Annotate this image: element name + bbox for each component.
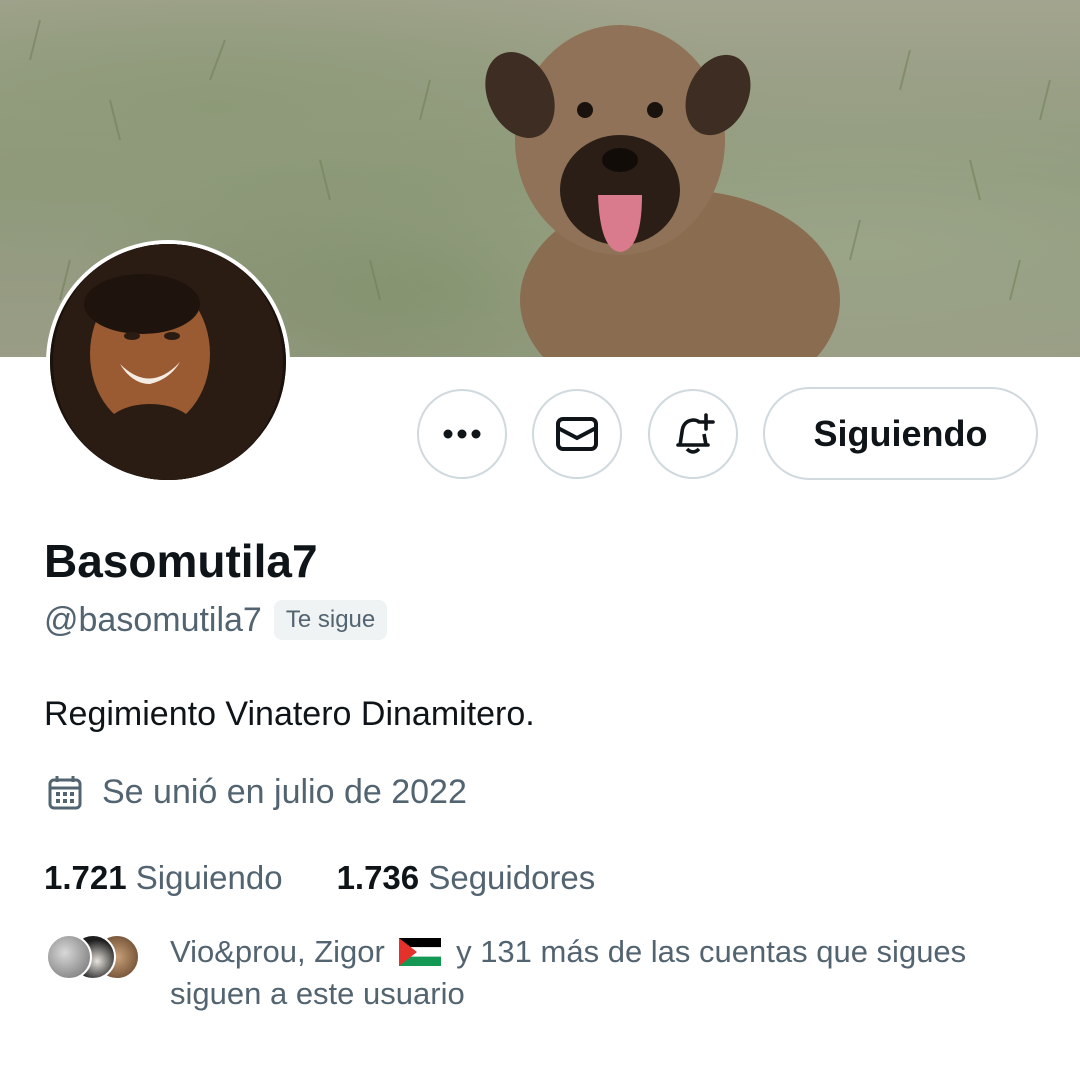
followers-count: 1.736: [336, 859, 420, 896]
mail-icon: [556, 417, 598, 451]
more-options-button[interactable]: [417, 389, 507, 479]
followers-label: Seguidores: [428, 859, 596, 896]
following-label: Siguiendo: [135, 859, 283, 896]
display-name: Basomutila7: [44, 535, 318, 587]
profile-avatar[interactable]: [46, 240, 290, 484]
message-button[interactable]: [532, 389, 622, 479]
followers-stat[interactable]: 1.736 Seguidores: [337, 856, 596, 900]
bell-plus-icon: [676, 413, 715, 454]
avatar: [46, 934, 92, 980]
username-handle: @basomutila7: [44, 600, 262, 639]
follows-you-badge: Te sigue: [273, 600, 388, 640]
notifications-button[interactable]: [648, 389, 738, 479]
following-stat[interactable]: 1.721 Siguiendo: [44, 856, 283, 900]
handle-row: @basomutila7 Te sigue: [44, 600, 388, 640]
follow-stats: 1.721 Siguiendo 1.736 Seguidores: [44, 856, 649, 900]
followers-you-know[interactable]: Vio&prou, Zigor y 131 más de las cuentas…: [170, 931, 1040, 1015]
profile-bio: Regimiento Vinatero Dinamitero.: [44, 695, 535, 733]
following-button[interactable]: Siguiendo: [763, 387, 1038, 480]
following-count: 1.721: [44, 859, 127, 896]
followers-you-know-names: Vio&prou, Zigor: [170, 934, 385, 969]
join-date-text: Se unió en julio de 2022: [102, 773, 467, 811]
palestine-flag-icon: [399, 938, 442, 966]
calendar-icon: [48, 775, 82, 809]
ellipsis-icon: [443, 429, 481, 439]
join-date: Se unió en julio de 2022: [46, 773, 467, 812]
avatar-photo: [50, 244, 286, 480]
known-followers-avatars[interactable]: [46, 934, 142, 982]
